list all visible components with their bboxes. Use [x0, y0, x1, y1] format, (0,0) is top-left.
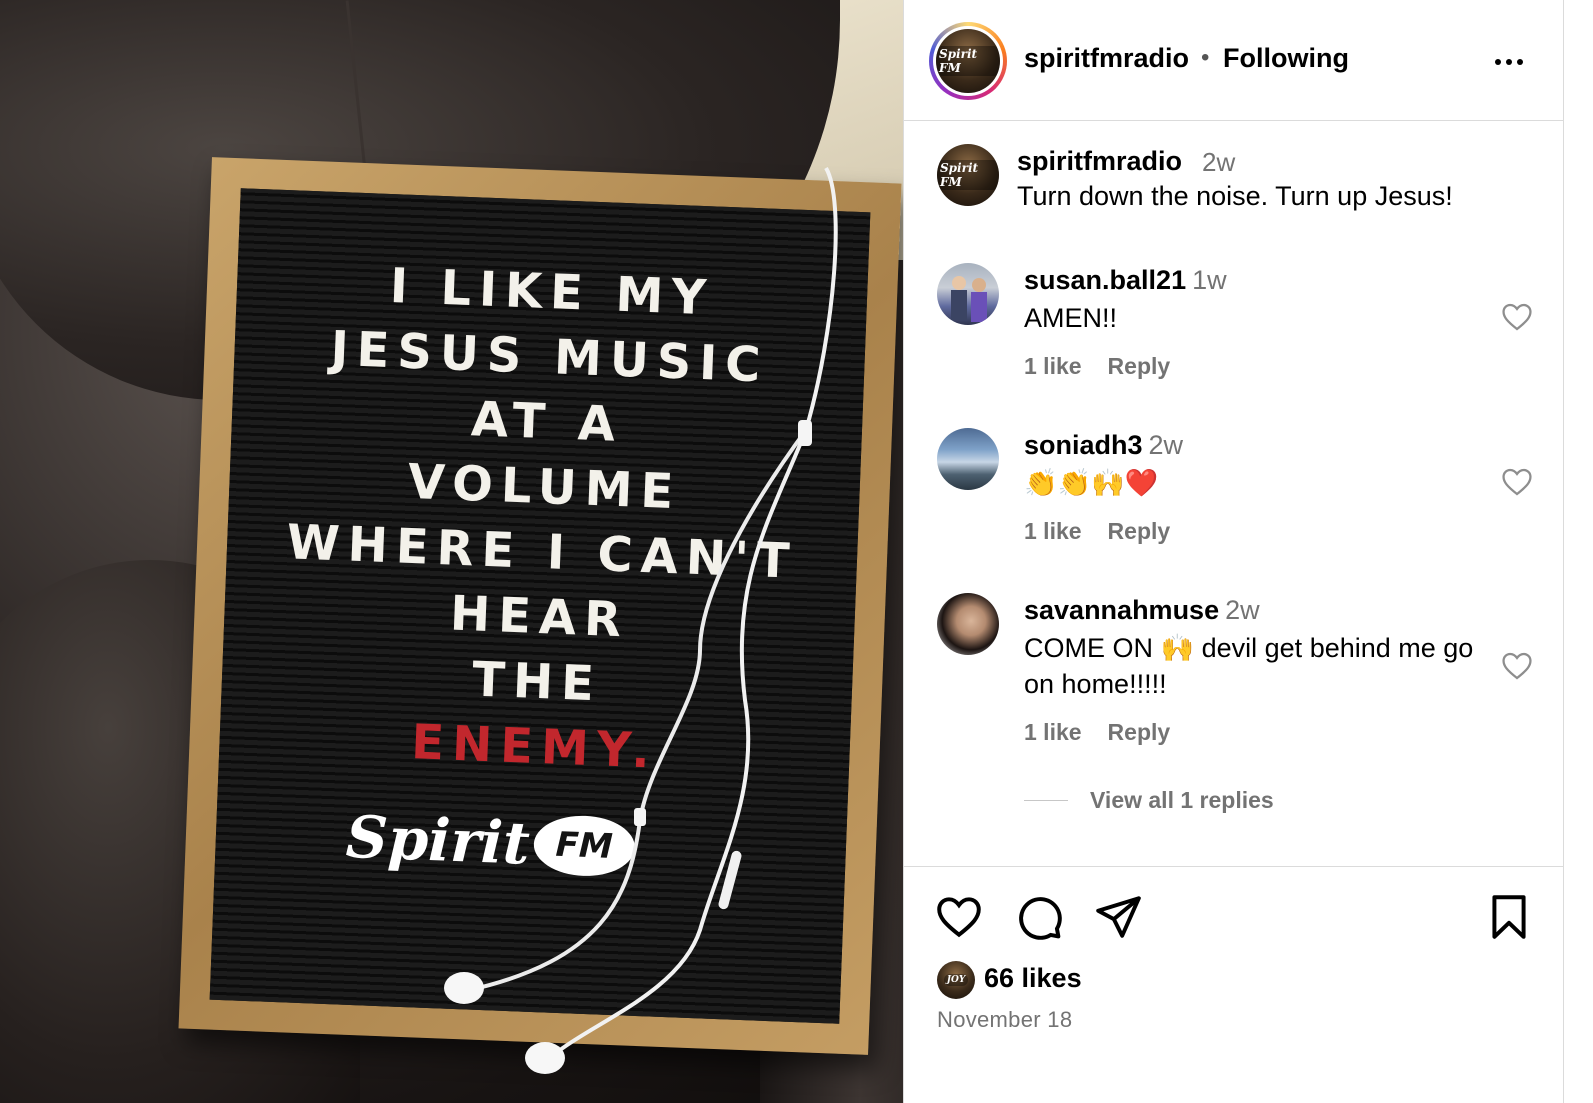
view-replies-label: View all 1 replies: [1090, 787, 1274, 813]
post-header: Spirit FM spiritfmradio • Following: [904, 0, 1564, 121]
avatar[interactable]: Spirit FM: [936, 29, 1000, 93]
likes-count[interactable]: 66 likes: [984, 963, 1082, 994]
following-button[interactable]: Following: [1223, 43, 1349, 74]
letter-board-felt: I LIKE MY JESUS MUSIC AT A VOLUME WHERE …: [209, 188, 871, 1024]
post-date[interactable]: November 18: [937, 1007, 1072, 1033]
letter-board: I LIKE MY JESUS MUSIC AT A VOLUME WHERE …: [178, 157, 902, 1055]
reply-button[interactable]: Reply: [1108, 518, 1171, 544]
share-icon[interactable]: [1093, 892, 1143, 942]
comment-meta: 1 like Reply: [1024, 353, 1196, 380]
comment-icon[interactable]: [1014, 892, 1064, 942]
caption-text: Turn down the noise. Turn up Jesus!: [1017, 181, 1453, 211]
caption-time[interactable]: 2w: [1202, 147, 1235, 178]
avatar-label: JOY: [943, 974, 969, 986]
comment-username[interactable]: susan.ball21 1w: [1024, 265, 1227, 296]
commenter-avatar[interactable]: [937, 263, 999, 325]
story-ring[interactable]: Spirit FM: [929, 22, 1007, 100]
bookmark-icon[interactable]: [1484, 892, 1534, 942]
comment-time[interactable]: 2w: [1225, 595, 1260, 625]
heart-icon[interactable]: [934, 892, 984, 942]
comment-likes[interactable]: 1 like: [1024, 353, 1082, 379]
likes-avatar[interactable]: JOY: [937, 961, 975, 999]
letter-board-text: I LIKE MY JESUS MUSIC AT A VOLUME WHERE …: [219, 248, 868, 792]
comment-username[interactable]: soniadh3 2w: [1024, 430, 1183, 461]
comment-meta: 1 like Reply: [1024, 719, 1196, 746]
caption-username[interactable]: spiritfmradio: [1017, 146, 1182, 177]
header-separator: •: [1201, 44, 1210, 71]
window-edge: [1563, 0, 1593, 1103]
header-username[interactable]: spiritfmradio: [1024, 43, 1189, 74]
logo-badge: FM: [532, 813, 636, 878]
comment-time[interactable]: 1w: [1192, 265, 1227, 295]
logo-text: Spirit: [344, 802, 532, 878]
comment-text: COME ON 🙌 devil get behind me go on home…: [1024, 633, 1474, 699]
commenter-avatar[interactable]: [937, 593, 999, 655]
avatar-label: Spirit FM: [936, 46, 1000, 76]
view-replies-button[interactable]: View all 1 replies: [1024, 787, 1274, 814]
reply-button[interactable]: Reply: [1108, 353, 1171, 379]
comment-likes[interactable]: 1 like: [1024, 518, 1082, 544]
comment-time[interactable]: 2w: [1149, 430, 1184, 460]
comment-likes[interactable]: 1 like: [1024, 719, 1082, 745]
comment-text: 👏👏🙌❤️: [1024, 468, 1159, 498]
reply-button[interactable]: Reply: [1108, 719, 1171, 745]
post-detail-panel: Spirit FM spiritfmradio • Following Spir…: [903, 0, 1564, 1103]
caption-avatar[interactable]: Spirit FM: [937, 144, 999, 206]
post-image[interactable]: I LIKE MY JESUS MUSIC AT A VOLUME WHERE …: [0, 0, 903, 1103]
replies-divider: [1024, 800, 1068, 801]
heart-icon[interactable]: [1500, 465, 1534, 499]
post-actions: JOY 66 likes November 18: [904, 866, 1564, 1103]
commenter-avatar[interactable]: [937, 428, 999, 490]
heart-icon[interactable]: [1500, 300, 1534, 334]
comment-username[interactable]: savannahmuse 2w: [1024, 595, 1260, 626]
more-horizontal-icon[interactable]: [1489, 42, 1529, 82]
comment-text: AMEN!!: [1024, 303, 1118, 333]
comment-meta: 1 like Reply: [1024, 518, 1196, 545]
heart-icon[interactable]: [1500, 649, 1534, 683]
spirit-fm-logo: Spirit FM: [345, 803, 636, 882]
avatar-label: Spirit FM: [937, 160, 999, 190]
